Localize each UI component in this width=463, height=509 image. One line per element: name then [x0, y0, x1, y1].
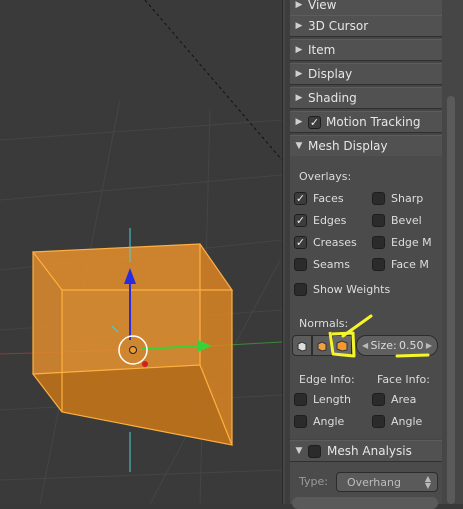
split-normals-button[interactable]: [312, 335, 332, 356]
overlay-edges[interactable]: ✓ Edges: [294, 214, 346, 227]
edge-angle-checkbox[interactable]: [294, 415, 307, 428]
bevel-checkbox[interactable]: [372, 214, 385, 227]
edge-info-angle[interactable]: Angle: [294, 415, 344, 428]
panel-display[interactable]: ▶ Display: [290, 63, 442, 85]
face-info-area[interactable]: Area: [372, 393, 416, 406]
show-weights[interactable]: Show Weights: [294, 283, 390, 296]
show-weights-checkbox[interactable]: [294, 283, 307, 296]
chevron-right-icon[interactable]: ▶: [426, 341, 432, 350]
triangle-down-icon: ▼: [295, 446, 303, 456]
overlays-label: Overlays:: [299, 170, 352, 183]
chevron-left-icon[interactable]: ◀: [362, 341, 368, 350]
panel-mesh-analysis[interactable]: ▼ Mesh Analysis: [290, 440, 442, 462]
sharp-checkbox[interactable]: [372, 192, 385, 205]
panel-3d-cursor[interactable]: ▶ 3D Cursor: [290, 15, 442, 37]
area-checkbox[interactable]: [372, 393, 385, 406]
edge-m-checkbox[interactable]: [372, 236, 385, 249]
face-normals-button[interactable]: [332, 335, 352, 356]
edge-info-length[interactable]: Length: [294, 393, 351, 406]
motion-tracking-checkbox[interactable]: ✓: [308, 115, 321, 129]
normals-label: Normals:: [299, 317, 349, 330]
edge-info-label: Edge Info:: [299, 373, 355, 386]
vertex-normal-icon: [297, 340, 307, 352]
face-info-angle[interactable]: Angle: [372, 415, 422, 428]
vertex-normals-button[interactable]: [292, 335, 312, 356]
overlay-edge-m[interactable]: Edge M: [372, 236, 432, 249]
overlay-face-m[interactable]: Face M: [372, 258, 429, 271]
analysis-type-dropdown[interactable]: Overhang ▲ ▼: [336, 472, 438, 492]
seams-checkbox[interactable]: [294, 258, 307, 271]
size-value: 0.50: [399, 339, 424, 352]
triangle-right-icon: ▶: [295, 117, 303, 127]
overlay-sharp[interactable]: Sharp: [372, 192, 423, 205]
panel-motion-tracking[interactable]: ▶ ✓ Motion Tracking: [290, 111, 442, 133]
panel-mesh-display[interactable]: ▼ Mesh Display: [290, 135, 442, 157]
length-checkbox[interactable]: [294, 393, 307, 406]
analysis-type-value: Overhang: [347, 475, 401, 489]
panel-shading[interactable]: ▶ Shading: [290, 87, 442, 109]
face-info-label: Face Info:: [377, 373, 430, 386]
triangle-right-icon: ▶: [295, 21, 303, 31]
3d-viewport[interactable]: [0, 0, 282, 504]
size-label: Size:: [370, 339, 397, 352]
face-angle-checkbox[interactable]: [372, 415, 385, 428]
triangle-right-icon: ▶: [295, 0, 303, 10]
faces-checkbox[interactable]: ✓: [294, 192, 307, 205]
triangle-right-icon: ▶: [295, 69, 303, 79]
overlay-seams[interactable]: Seams: [294, 258, 350, 271]
split-normal-icon: [317, 340, 327, 352]
creases-checkbox[interactable]: ✓: [294, 236, 307, 249]
normal-size-field[interactable]: ◀ Size: 0.50 ▶: [356, 335, 438, 356]
updown-arrows-icon: ▲ ▼: [424, 474, 431, 490]
sidebar-scrollbar[interactable]: [447, 96, 455, 504]
overlay-creases[interactable]: ✓ Creases: [294, 236, 357, 249]
triangle-down-icon: ▼: [295, 141, 303, 151]
type-label: Type:: [299, 475, 328, 488]
analysis-range-field[interactable]: [292, 497, 438, 509]
overlay-bevel[interactable]: Bevel: [372, 214, 422, 227]
face-m-checkbox[interactable]: [372, 258, 385, 271]
panel-view[interactable]: ▶ View: [290, 0, 442, 16]
viewport-scene: [0, 0, 282, 504]
overlay-faces[interactable]: ✓ Faces: [294, 192, 344, 205]
triangle-right-icon: ▶: [295, 93, 303, 103]
triangle-right-icon: ▶: [295, 45, 303, 55]
mesh-analysis-checkbox[interactable]: [308, 444, 321, 458]
panel-item[interactable]: ▶ Item: [290, 39, 442, 61]
edges-checkbox[interactable]: ✓: [294, 214, 307, 227]
face-normal-icon: [336, 339, 348, 352]
